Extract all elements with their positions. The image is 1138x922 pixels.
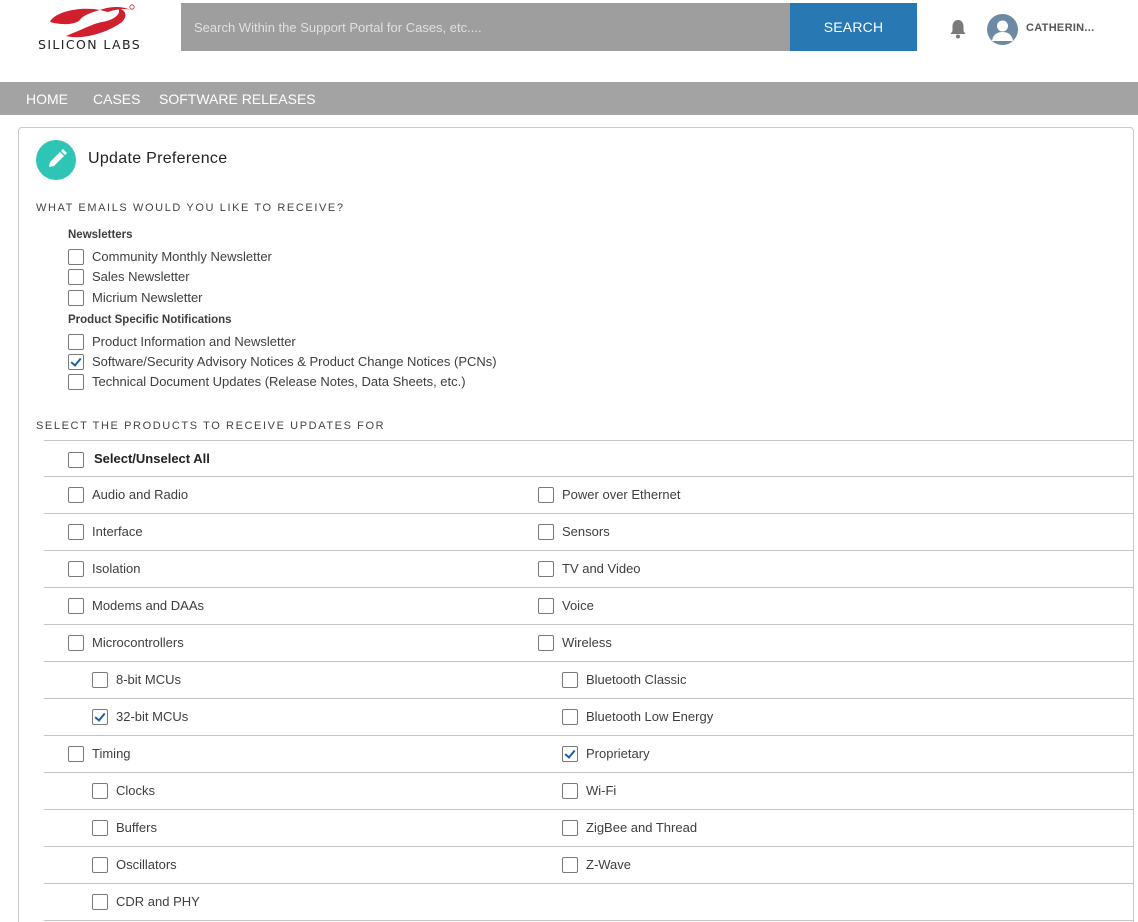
label-interface[interactable]: Interface bbox=[92, 524, 143, 539]
checkbox-wireless[interactable] bbox=[538, 635, 554, 651]
search-button[interactable]: SEARCH bbox=[790, 3, 917, 51]
bell-icon[interactable] bbox=[946, 17, 970, 41]
label-sales-newsletter[interactable]: Sales Newsletter bbox=[92, 269, 190, 284]
label-timing[interactable]: Timing bbox=[92, 746, 131, 761]
row-divider bbox=[44, 661, 1133, 662]
checkbox-wi-fi[interactable] bbox=[562, 783, 578, 799]
checkbox-proprietary[interactable] bbox=[562, 746, 578, 762]
label-micrium-newsletter[interactable]: Micrium Newsletter bbox=[92, 290, 203, 305]
checkbox-32-bit-mcus[interactable] bbox=[92, 709, 108, 725]
checkbox-power-over-ethernet[interactable] bbox=[538, 487, 554, 503]
checkbox-technical-document-updates[interactable] bbox=[68, 374, 84, 390]
row-divider bbox=[44, 772, 1133, 773]
label-bluetooth-low-energy[interactable]: Bluetooth Low Energy bbox=[586, 709, 713, 724]
label-sensors[interactable]: Sensors bbox=[562, 524, 610, 539]
row-divider bbox=[44, 624, 1133, 625]
row-divider bbox=[44, 698, 1133, 699]
label-wireless[interactable]: Wireless bbox=[562, 635, 612, 650]
label-microcontrollers[interactable]: Microcontrollers bbox=[92, 635, 184, 650]
label-8-bit-mcus[interactable]: 8-bit MCUs bbox=[116, 672, 181, 687]
checkbox-bluetooth-classic[interactable] bbox=[562, 672, 578, 688]
user-name[interactable]: CATHERIN... bbox=[1026, 22, 1094, 34]
label-select-all[interactable]: Select/Unselect All bbox=[94, 451, 210, 466]
checkbox-audio-and-radio[interactable] bbox=[68, 487, 84, 503]
checkbox-zigbee-and-thread[interactable] bbox=[562, 820, 578, 836]
row-divider bbox=[44, 550, 1133, 551]
checkbox-bluetooth-low-energy[interactable] bbox=[562, 709, 578, 725]
label-wi-fi[interactable]: Wi-Fi bbox=[586, 783, 616, 798]
row-divider bbox=[44, 920, 1133, 921]
checkbox-interface[interactable] bbox=[68, 524, 84, 540]
nav-cases[interactable]: CASES bbox=[93, 91, 140, 107]
checkbox-sales-newsletter[interactable] bbox=[68, 269, 84, 285]
top-header: SILICON LABS SEARCH CATHERIN... bbox=[0, 0, 1138, 82]
label-proprietary[interactable]: Proprietary bbox=[586, 746, 650, 761]
checkbox-tv-and-video[interactable] bbox=[538, 561, 554, 577]
label-audio-and-radio[interactable]: Audio and Radio bbox=[92, 487, 188, 502]
label-isolation[interactable]: Isolation bbox=[92, 561, 140, 576]
emails-heading: WHAT EMAILS WOULD YOU LIKE TO RECEIVE? bbox=[36, 202, 345, 214]
label-modems-and-daas[interactable]: Modems and DAAs bbox=[92, 598, 204, 613]
checkbox-product-information[interactable] bbox=[68, 334, 84, 350]
row-divider bbox=[44, 476, 1133, 477]
page-title: Update Preference bbox=[88, 150, 228, 167]
checkbox-isolation[interactable] bbox=[68, 561, 84, 577]
pencil-icon bbox=[36, 140, 76, 180]
checkbox-cdr-and-phy[interactable] bbox=[92, 894, 108, 910]
label-zigbee-and-thread[interactable]: ZigBee and Thread bbox=[586, 820, 697, 835]
search-input[interactable] bbox=[181, 3, 791, 51]
checkbox-community-newsletter[interactable] bbox=[68, 249, 84, 265]
label-32-bit-mcus[interactable]: 32-bit MCUs bbox=[116, 709, 188, 724]
main-nav: HOME CASES SOFTWARE RELEASES bbox=[0, 82, 1138, 115]
label-z-wave[interactable]: Z-Wave bbox=[586, 857, 631, 872]
label-buffers[interactable]: Buffers bbox=[116, 820, 157, 835]
checkbox-8-bit-mcus[interactable] bbox=[92, 672, 108, 688]
nav-home[interactable]: HOME bbox=[26, 91, 68, 107]
checkbox-clocks[interactable] bbox=[92, 783, 108, 799]
products-heading: SELECT THE PRODUCTS TO RECEIVE UPDATES F… bbox=[36, 420, 386, 432]
row-divider bbox=[44, 587, 1133, 588]
label-clocks[interactable]: Clocks bbox=[116, 783, 155, 798]
nav-software-releases[interactable]: SOFTWARE RELEASES bbox=[159, 91, 316, 107]
checkbox-buffers[interactable] bbox=[92, 820, 108, 836]
checkbox-security-advisory[interactable] bbox=[68, 354, 84, 370]
checkbox-modems-and-daas[interactable] bbox=[68, 598, 84, 614]
checkbox-timing[interactable] bbox=[68, 746, 84, 762]
checkbox-micrium-newsletter[interactable] bbox=[68, 290, 84, 306]
row-divider bbox=[44, 440, 1133, 441]
label-product-information[interactable]: Product Information and Newsletter bbox=[92, 334, 296, 349]
row-divider bbox=[44, 809, 1133, 810]
row-divider bbox=[44, 883, 1133, 884]
label-security-advisory[interactable]: Software/Security Advisory Notices & Pro… bbox=[92, 354, 497, 369]
row-divider bbox=[44, 513, 1133, 514]
row-divider bbox=[44, 846, 1133, 847]
group-label-product-notifications: Product Specific Notifications bbox=[68, 314, 232, 326]
label-community-newsletter[interactable]: Community Monthly Newsletter bbox=[92, 249, 272, 264]
row-divider bbox=[44, 735, 1133, 736]
label-voice[interactable]: Voice bbox=[562, 598, 594, 613]
group-label-newsletters: Newsletters bbox=[68, 229, 133, 241]
checkbox-microcontrollers[interactable] bbox=[68, 635, 84, 651]
label-technical-document-updates[interactable]: Technical Document Updates (Release Note… bbox=[92, 374, 466, 389]
label-bluetooth-classic[interactable]: Bluetooth Classic bbox=[586, 672, 686, 687]
checkbox-voice[interactable] bbox=[538, 598, 554, 614]
label-oscillators[interactable]: Oscillators bbox=[116, 857, 177, 872]
label-cdr-and-phy[interactable]: CDR and PHY bbox=[116, 894, 200, 909]
user-avatar-icon[interactable] bbox=[987, 14, 1018, 45]
checkbox-z-wave[interactable] bbox=[562, 857, 578, 873]
brand-name: SILICON LABS bbox=[38, 37, 142, 52]
label-power-over-ethernet[interactable]: Power over Ethernet bbox=[562, 487, 681, 502]
checkbox-oscillators[interactable] bbox=[92, 857, 108, 873]
checkbox-sensors[interactable] bbox=[538, 524, 554, 540]
checkbox-select-all[interactable] bbox=[68, 452, 84, 468]
label-tv-and-video[interactable]: TV and Video bbox=[562, 561, 641, 576]
